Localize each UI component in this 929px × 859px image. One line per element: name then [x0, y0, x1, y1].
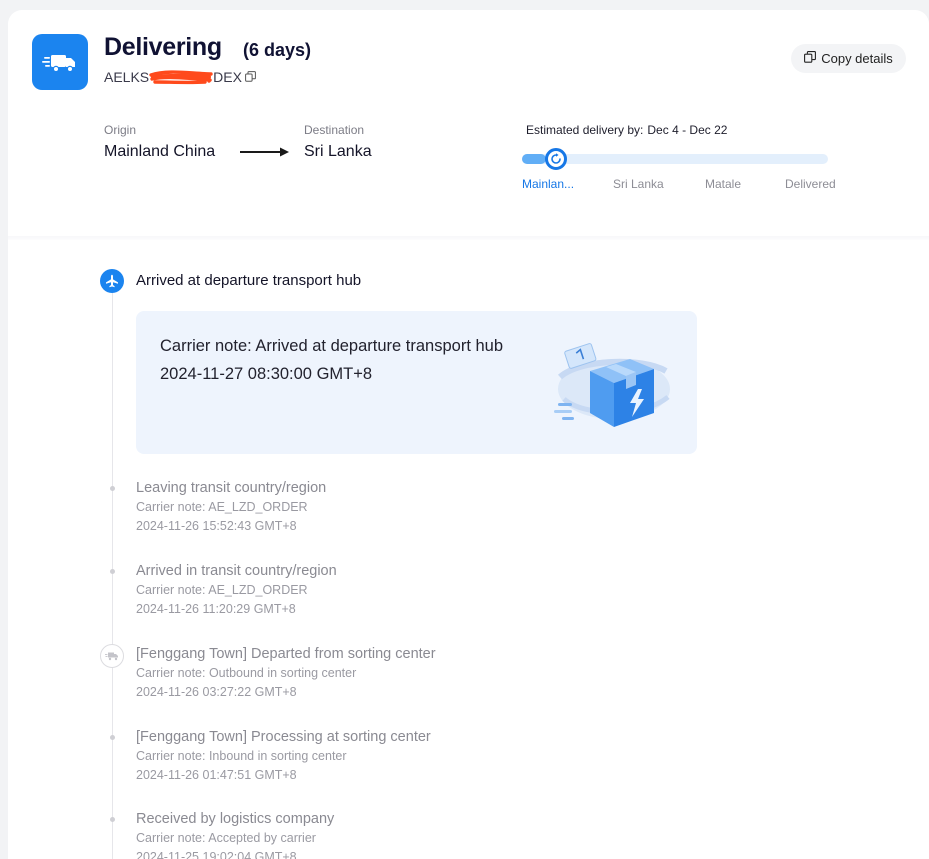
event-title: [Fenggang Town] Processing at sorting ce…	[136, 729, 431, 745]
destination-label: Destination	[304, 123, 365, 137]
event-title: Arrived in transit country/region	[136, 563, 337, 579]
event-date: 2024-11-25 19:02:04 GMT+8	[136, 850, 297, 859]
airplane-icon	[100, 269, 124, 293]
timeline-dot	[110, 486, 115, 491]
event-title: [Fenggang Town] Departed from sorting ce…	[136, 646, 436, 662]
event-title: Received by logistics company	[136, 811, 335, 827]
event-note: Carrier note: Inbound in sorting center	[136, 749, 347, 763]
delivery-progress-bar	[522, 154, 828, 164]
package-box-icon	[550, 337, 676, 438]
event-note: Carrier note: AE_LZD_ORDER	[136, 583, 308, 597]
timeline-event: Received by logistics company Carrier no…	[136, 811, 334, 859]
event-note: Carrier note: Outbound in sorting center	[136, 666, 357, 680]
timeline-line	[112, 292, 113, 859]
event-note: Carrier note: Accepted by carrier	[136, 831, 316, 845]
timeline-event: Arrived in transit country/region Carrie…	[136, 563, 337, 616]
eta-value: Dec 4 - Dec 22	[647, 123, 728, 137]
truck-icon	[100, 644, 124, 668]
timeline-dot	[110, 735, 115, 740]
timeline-event: Leaving transit country/region Carrier n…	[136, 480, 326, 533]
eta-label: Estimated delivery by:	[526, 123, 644, 137]
event-title: Leaving transit country/region	[136, 480, 327, 496]
tracking-suffix: DEX	[213, 69, 242, 85]
delivery-days: (6 days)	[243, 40, 312, 60]
stage-delivered: Delivered	[785, 177, 836, 191]
copy-tracking-icon[interactable]	[245, 69, 256, 85]
estimated-delivery: Estimated delivery by: Dec 4 - Dec 22	[526, 123, 727, 137]
event-date: 2024-11-26 11:20:29 GMT+8	[136, 602, 296, 616]
stage-matale: Matale	[705, 177, 742, 191]
delivery-status: Delivering	[104, 33, 222, 61]
origin-label: Origin	[104, 123, 137, 137]
event-date: 2024-11-26 01:47:51 GMT+8	[136, 768, 297, 782]
event-note: Carrier note: AE_LZD_ORDER	[136, 500, 308, 514]
latest-event-note: Carrier note: Arrived at departure trans…	[160, 337, 504, 355]
timeline-event: [Fenggang Town] Processing at sorting ce…	[136, 729, 431, 782]
destination-value: Sri Lanka	[304, 143, 372, 160]
latest-event-date: 2024-11-27 08:30:00 GMT+8	[160, 365, 373, 383]
timeline-dot	[110, 817, 115, 822]
route-arrow-icon	[240, 145, 290, 163]
origin-value: Mainland China	[104, 143, 216, 160]
delivery-progress-fill	[522, 154, 547, 164]
event-date: 2024-11-26 15:52:43 GMT+8	[136, 519, 297, 533]
latest-event-title: Arrived at departure transport hub	[136, 272, 362, 289]
tracking-prefix: AELKS	[104, 69, 150, 85]
copy-details-label: Copy details	[821, 51, 893, 66]
copy-icon	[804, 51, 817, 66]
copy-details-button[interactable]: Copy details	[791, 44, 906, 73]
event-date: 2024-11-26 03:27:22 GMT+8	[136, 685, 297, 699]
stage-sri-lanka: Sri Lanka	[613, 177, 664, 191]
timeline-dot	[110, 569, 115, 574]
redaction-scribble	[149, 69, 213, 85]
delivery-truck-icon	[32, 34, 88, 90]
timeline-event: [Fenggang Town] Departed from sorting ce…	[136, 646, 436, 699]
current-stage-marker-icon	[545, 148, 567, 170]
stage-mainland: Mainlan...	[522, 177, 575, 191]
tracking-number: AELKS DEX	[104, 69, 256, 85]
latest-event-card: Carrier note: Arrived at departure trans…	[136, 311, 697, 454]
